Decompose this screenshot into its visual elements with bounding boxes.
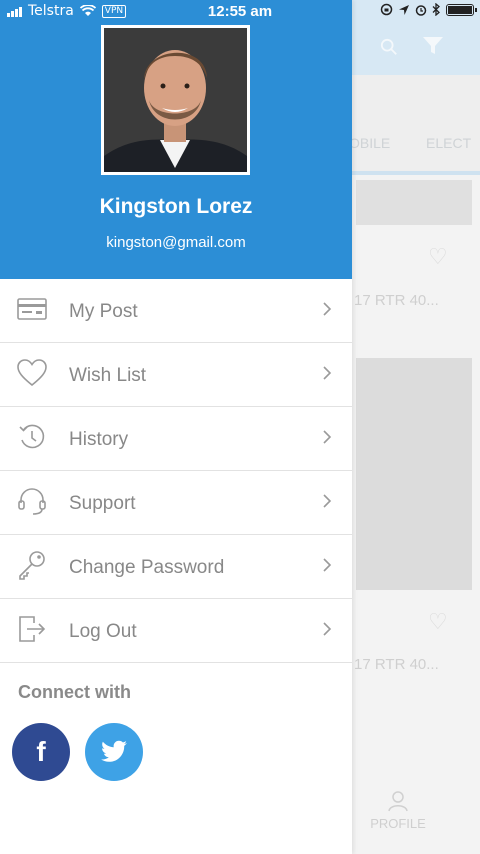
category-label: ELECT bbox=[426, 135, 472, 151]
profile-name: Kingston Lorez bbox=[99, 195, 253, 218]
key-icon bbox=[19, 551, 45, 580]
menu-item-wish-list[interactable]: Wish List bbox=[0, 343, 352, 407]
chevron-right-icon bbox=[323, 494, 332, 508]
filter-icon bbox=[423, 37, 443, 54]
menu-item-history[interactable]: History bbox=[0, 407, 352, 471]
search-icon bbox=[380, 38, 397, 55]
chevron-right-icon bbox=[323, 302, 332, 316]
menu-item-label: History bbox=[69, 429, 129, 450]
background-app: OBILE ELECT ♡ 17 RTR 40... ♡ 17 RTR 40..… bbox=[352, 0, 480, 854]
bluetooth-icon bbox=[432, 3, 440, 16]
drawer-header: Kingston Lorez kingston@gmail.com bbox=[0, 0, 352, 279]
facebook-icon: f bbox=[36, 736, 46, 767]
heart-icon: ♡ bbox=[428, 245, 448, 270]
avatar[interactable] bbox=[101, 25, 250, 175]
listing-title: 17 RTR 40... bbox=[354, 656, 439, 673]
listing-image bbox=[356, 180, 472, 225]
profile-icon bbox=[388, 791, 408, 812]
connect-heading: Connect with bbox=[18, 682, 131, 702]
menu-item-support[interactable]: Support bbox=[0, 471, 352, 535]
menu-item-label: Log Out bbox=[69, 621, 137, 642]
drawer-menu: My Post Wish List History Support Change… bbox=[0, 279, 352, 663]
background-categories: OBILE ELECT bbox=[352, 75, 480, 175]
listing-title: 17 RTR 40... bbox=[354, 292, 439, 309]
card-icon bbox=[17, 298, 47, 320]
chevron-right-icon bbox=[323, 430, 332, 444]
history-icon bbox=[19, 424, 45, 449]
menu-item-log-out[interactable]: Log Out bbox=[0, 599, 352, 663]
menu-item-change-password[interactable]: Change Password bbox=[0, 535, 352, 599]
menu-item-my-post[interactable]: My Post bbox=[0, 279, 352, 343]
alarm-icon bbox=[415, 4, 427, 16]
menu-item-label: Wish List bbox=[69, 365, 147, 386]
chevron-right-icon bbox=[323, 366, 332, 380]
twitter-button[interactable] bbox=[85, 723, 143, 781]
status-right bbox=[380, 3, 477, 16]
twitter-icon bbox=[101, 740, 127, 762]
menu-item-label: Support bbox=[69, 493, 136, 514]
tab-profile: PROFILE bbox=[368, 790, 428, 831]
chevron-right-icon bbox=[323, 558, 332, 572]
logout-icon bbox=[19, 616, 46, 642]
battery-icon bbox=[446, 3, 477, 16]
navigation-drawer: Kingston Lorez kingston@gmail.com My Pos… bbox=[0, 0, 352, 854]
category-indicator bbox=[352, 171, 480, 175]
facebook-button[interactable]: f bbox=[12, 723, 70, 781]
chevron-right-icon bbox=[323, 622, 332, 636]
menu-item-label: Change Password bbox=[69, 557, 225, 578]
listing-image bbox=[356, 358, 472, 590]
menu-item-label: My Post bbox=[69, 301, 138, 322]
heart-icon: ♡ bbox=[428, 610, 448, 635]
lock-rotation-icon bbox=[380, 3, 393, 16]
profile-email: kingston@gmail.com bbox=[106, 234, 246, 251]
headset-icon bbox=[18, 488, 46, 515]
heart-icon bbox=[17, 359, 47, 387]
location-icon bbox=[399, 4, 409, 15]
category-label: OBILE bbox=[352, 135, 391, 151]
tab-profile-label: PROFILE bbox=[370, 816, 426, 831]
status-bar: Telstra VPN 12:55 am bbox=[0, 0, 480, 24]
